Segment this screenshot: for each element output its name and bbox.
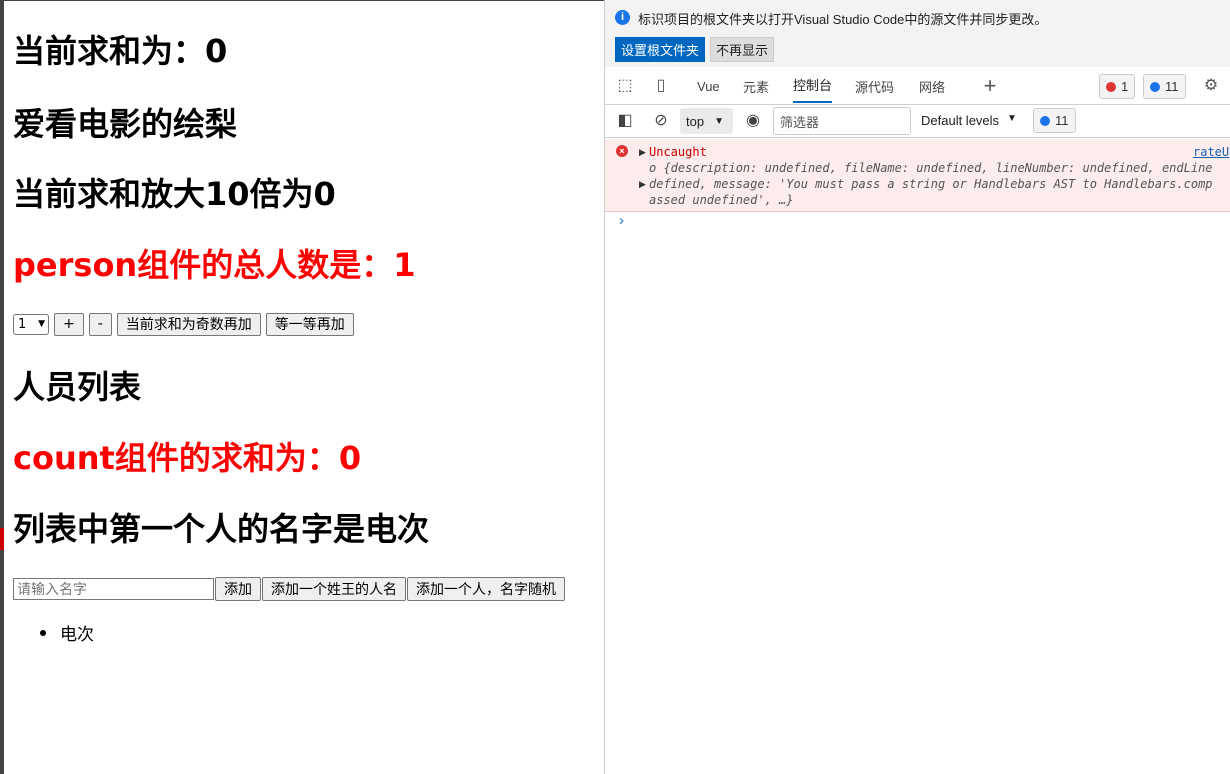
add-wang-button[interactable]: 添加一个姓王的人名 [262, 576, 406, 601]
message-count: 11 [1165, 79, 1179, 94]
tab-console[interactable]: 控制台 [793, 67, 833, 103]
infobar: i 标识项目的根文件夹以打开Visual Studio Code中的源文件并同步… [605, 0, 1230, 67]
sum-heading: 当前求和为：0 [13, 32, 228, 70]
error-count-badge[interactable]: 1 [1099, 74, 1136, 99]
list-item-text: 电次 [60, 625, 94, 645]
decrement-button[interactable]: - [88, 312, 112, 336]
error-count: 1 [1121, 79, 1129, 94]
context-value: top [686, 113, 705, 129]
error-source-link[interactable]: rateU [1193, 145, 1229, 159]
gear-icon[interactable]: ⚙ [1201, 76, 1221, 96]
eye-icon[interactable]: ◉ [743, 111, 763, 131]
filter-input[interactable]: 筛选器 [773, 107, 911, 135]
counter-controls: 1 ▼ + - 当前求和为奇数再加 等一等再加 [13, 312, 354, 336]
odd-add-button[interactable]: 当前求和为奇数再加 [116, 312, 261, 336]
wait-add-button[interactable]: 等一等再加 [265, 312, 354, 336]
context-select[interactable]: top ▼ [680, 108, 733, 134]
clear-console-icon[interactable]: ⊘ [651, 111, 671, 131]
message-dot-icon [1040, 115, 1050, 126]
console-message-badge[interactable]: 11 [1033, 108, 1076, 133]
set-root-folder-button[interactable]: 设置根文件夹 [615, 37, 706, 62]
dont-show-again-button[interactable]: 不再显示 [710, 37, 775, 62]
error-icon: × [616, 145, 628, 157]
hobby-heading: 爱看电影的绘梨 [13, 105, 238, 143]
error-line-3: assed undefined', …} [649, 193, 794, 207]
levels-select[interactable]: Default levels ▼ [921, 113, 1017, 128]
scaled-heading: 当前求和放大10倍为0 [13, 175, 336, 213]
first-name-heading: 列表中第一个人的名字是电次 [13, 510, 430, 548]
add-random-button[interactable]: 添加一个人，名字随机 [407, 576, 565, 601]
name-input[interactable]: 请输入名字 [13, 577, 214, 600]
bullet [40, 629, 46, 636]
error-title: Uncaught [649, 145, 707, 159]
devtools-panel: i 标识项目的根文件夹以打开Visual Studio Code中的源文件并同步… [604, 0, 1230, 774]
message-count-badge[interactable]: 11 [1143, 74, 1186, 99]
console-message-count: 11 [1055, 113, 1069, 128]
error-line-2: defined, message: 'You must pass a strin… [649, 177, 1213, 191]
count-sum-heading: count组件的求和为：0 [13, 439, 362, 477]
console-error-entry: × ▶ Uncaught rateU o {description: undef… [605, 139, 1230, 212]
devtools-tabbar: ⬚ ▯ Vue 元素 控制台 源代码 网络 + ⚙ [605, 67, 1230, 105]
person-form: 请输入名字 添加 添加一个姓王的人名 添加一个人，名字随机 [13, 576, 566, 601]
person-list-heading: 人员列表 [13, 368, 142, 406]
add-tab-icon[interactable]: + [980, 75, 1000, 97]
message-dot-icon [1150, 81, 1160, 92]
device-toolbar-icon[interactable]: ▯ [651, 76, 671, 96]
person-count-heading: person组件的总人数是：1 [13, 246, 416, 284]
levels-arrow-icon: ▼ [1007, 113, 1017, 124]
list-item: 电次 [40, 620, 94, 645]
sidebar-toggle-icon[interactable]: ◧ [615, 111, 635, 131]
chevron-down-icon: ▼ [38, 319, 45, 329]
increment-button[interactable]: + [54, 312, 84, 336]
error-dot-icon [1106, 81, 1116, 92]
edge-marker [0, 528, 4, 550]
levels-label: Default levels [921, 113, 1000, 128]
tab-vue[interactable]: Vue [697, 67, 720, 105]
add-button[interactable]: 添加 [215, 576, 261, 601]
console-toolbar: ◧ ⊘ top ▼ ◉ 筛选器 Default levels ▼ 11 [605, 105, 1230, 138]
app-page: 当前求和为：0 爱看电影的绘梨 当前求和放大10倍为0 person组件的总人数… [0, 0, 604, 774]
inspect-icon[interactable]: ⬚ [615, 76, 635, 96]
tab-sources[interactable]: 源代码 [855, 67, 894, 105]
step-select[interactable]: 1 ▼ [13, 313, 49, 335]
tab-network[interactable]: 网络 [919, 67, 945, 105]
tab-elements[interactable]: 元素 [743, 67, 769, 105]
step-select-value: 1 [18, 316, 27, 332]
info-icon: i [615, 10, 630, 25]
expand-icon[interactable]: ▶ [639, 147, 646, 158]
expand-object-icon[interactable]: ▶ [639, 179, 646, 190]
dropdown-arrow-icon: ▼ [714, 115, 724, 127]
infobar-message: 标识项目的根文件夹以打开Visual Studio Code中的源文件并同步更改… [638, 12, 1048, 27]
console-prompt-icon[interactable]: › [619, 212, 624, 229]
error-line-1: o {description: undefined, fileName: und… [649, 161, 1213, 175]
